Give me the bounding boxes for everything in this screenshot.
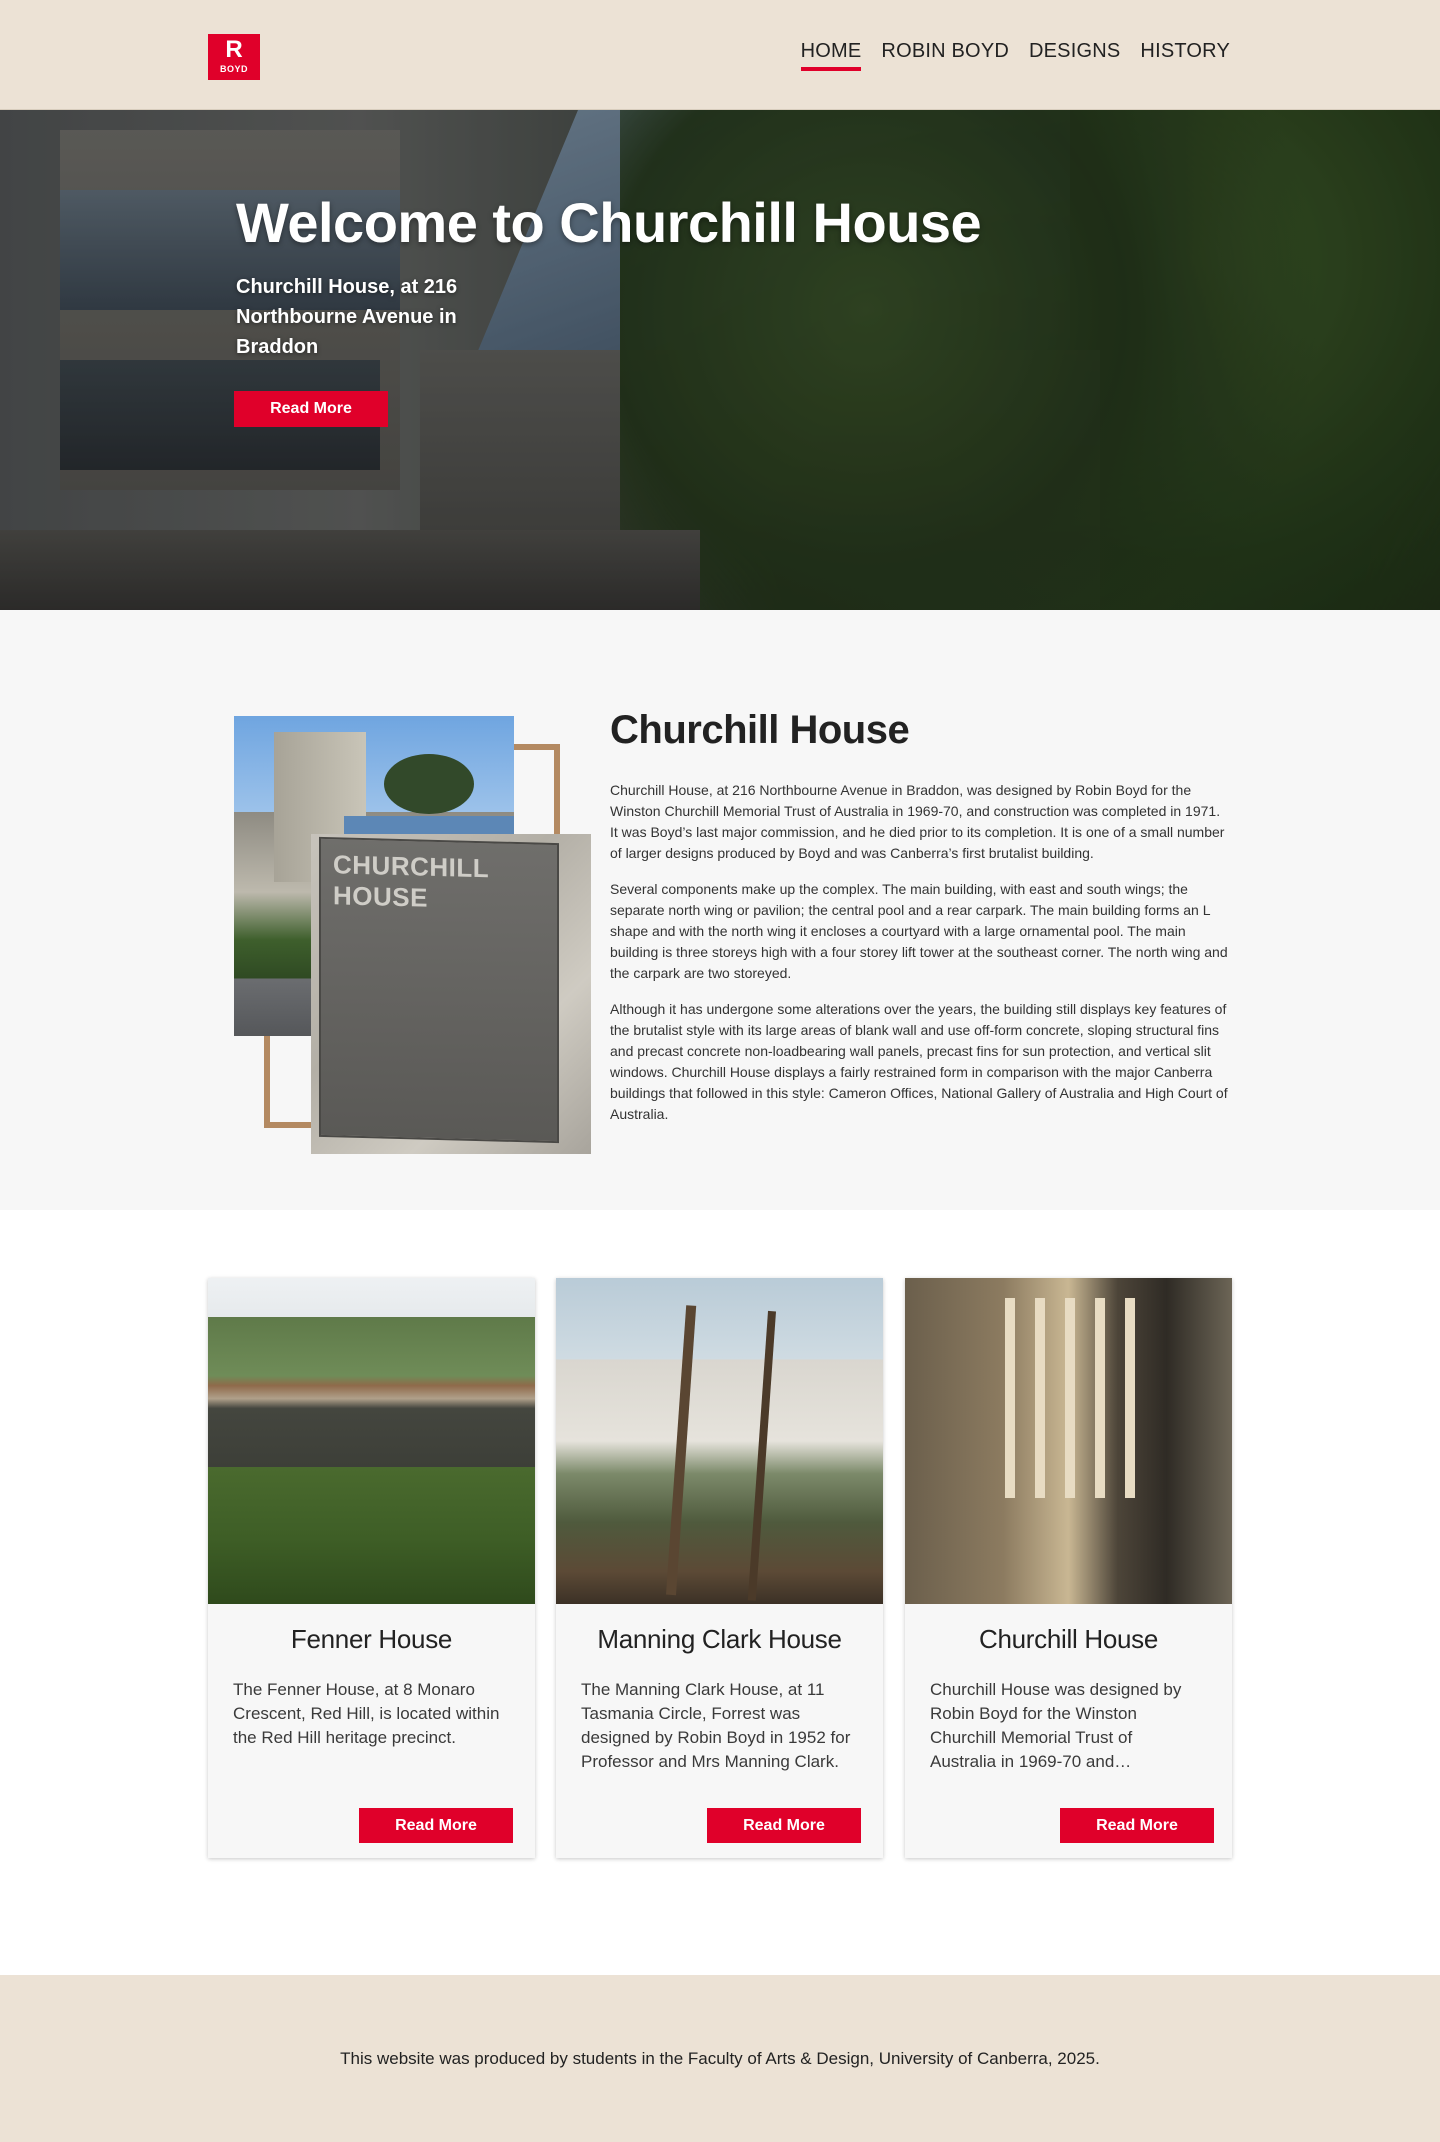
card-churchill-house: Churchill House Churchill House was desi… <box>905 1278 1232 1858</box>
hero-subtitle: Churchill House, at 216 Northbourne Aven… <box>236 276 458 358</box>
card-title: Manning Clark House <box>597 1624 842 1654</box>
site-header: R BOYD HOME ROBIN BOYD DESIGNS HISTORY <box>0 0 1440 110</box>
nav-robin-boyd[interactable]: ROBIN BOYD <box>881 40 1009 71</box>
churchill-house-image <box>905 1278 1232 1604</box>
card-fenner-house: Fenner House The Fenner House, at 8 Mona… <box>208 1278 535 1858</box>
card-title: Churchill House <box>978 1624 1159 1654</box>
hero-read-more-button[interactable]: Read More <box>234 391 388 427</box>
about-title: Churchill House <box>610 708 910 752</box>
nav-designs[interactable]: DESIGNS <box>1029 40 1120 71</box>
about-text: Churchill House, at 216 Northbourne Aven… <box>610 780 1230 1140</box>
logo-word: BOYD <box>219 64 248 74</box>
hero-title: Welcome to Churchill House <box>236 191 982 254</box>
plaque-photo: CHURCHILL HOUSE <box>311 834 591 1154</box>
card-title: Fenner House <box>290 1624 453 1654</box>
commemorative-plaque: CHURCHILL HOUSE <box>319 836 559 1144</box>
plaque-title: CHURCHILL HOUSE <box>333 849 489 913</box>
fenner-house-image <box>208 1278 535 1604</box>
read-more-button[interactable]: Read More <box>707 1808 861 1843</box>
site-footer: This website was produced by students in… <box>0 1975 1440 2142</box>
robin-boyd-logo[interactable]: R BOYD <box>208 34 260 80</box>
card-text: The Manning Clark House, at 11 Tasmania … <box>581 1680 851 1771</box>
main-nav: HOME ROBIN BOYD DESIGNS HISTORY <box>800 40 1230 71</box>
manning-clark-house-image <box>556 1278 883 1604</box>
about-paragraph: Churchill House, at 216 Northbourne Aven… <box>610 782 1225 861</box>
about-paragraph: Although it has undergone some alteratio… <box>610 1001 1228 1122</box>
hero-banner: Welcome to Churchill House Churchill Hou… <box>0 110 1440 610</box>
nav-history[interactable]: HISTORY <box>1140 40 1230 71</box>
logo-letter: R <box>225 36 243 63</box>
designs-cards: Fenner House The Fenner House, at 8 Mona… <box>208 1278 1232 1858</box>
card-text: The Fenner House, at 8 Monaro Crescent, … <box>233 1680 500 1747</box>
read-more-button[interactable]: Read More <box>359 1808 513 1843</box>
card-manning-clark-house: Manning Clark House The Manning Clark Ho… <box>556 1278 883 1858</box>
card-text: Churchill House was designed by Robin Bo… <box>930 1680 1182 1771</box>
about-section: CHURCHILL HOUSE Churchill House Churchil… <box>0 610 1440 1210</box>
read-more-button[interactable]: Read More <box>1060 1808 1214 1843</box>
nav-home[interactable]: HOME <box>800 40 862 71</box>
about-paragraph: Several components make up the complex. … <box>610 881 1228 981</box>
footer-credit: This website was produced by students in… <box>340 2049 1100 2068</box>
